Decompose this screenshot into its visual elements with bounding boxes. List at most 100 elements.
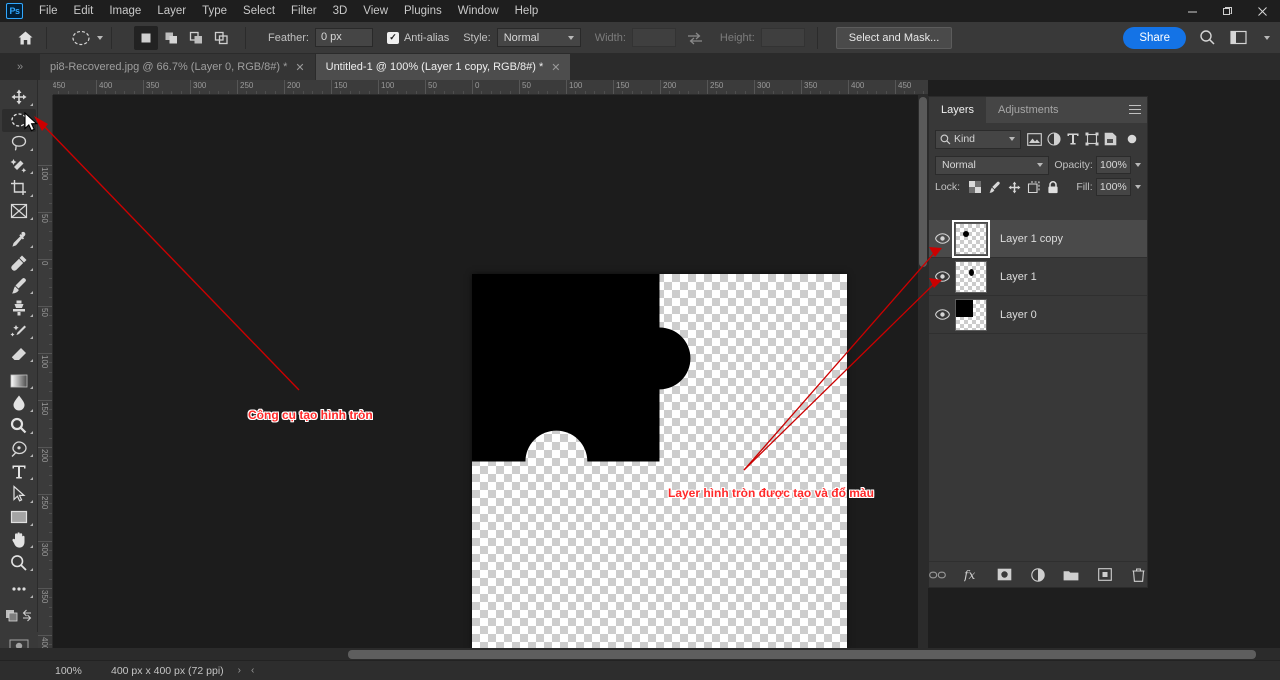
menu-window[interactable]: Window — [450, 2, 507, 20]
tab-layers[interactable]: Layers — [929, 97, 986, 123]
object-selection-tool[interactable] — [2, 154, 36, 177]
layer-thumbnail[interactable] — [955, 223, 987, 255]
minimize-button[interactable] — [1175, 0, 1210, 22]
document-tab-1[interactable]: pi8-Recovered.jpg @ 66.7% (Layer 0, RGB/… — [40, 54, 316, 80]
edit-toolbar-button[interactable] — [2, 578, 36, 601]
layer-row-layer-0[interactable]: Layer 0 — [929, 296, 1147, 334]
add-to-selection-button[interactable] — [159, 26, 183, 50]
maximize-button[interactable] — [1210, 0, 1245, 22]
chevron-down-icon[interactable] — [1135, 185, 1141, 189]
shape-filter-icon[interactable] — [1082, 129, 1101, 149]
layer-name[interactable]: Layer 1 — [1000, 271, 1037, 283]
feather-input[interactable]: 0 px — [315, 28, 373, 47]
scrollbar-thumb[interactable] — [919, 97, 927, 267]
tool-preset-picker[interactable] — [69, 26, 103, 50]
select-and-mask-button[interactable]: Select and Mask... — [836, 27, 953, 49]
layer-filter-kind-select[interactable]: Kind — [935, 130, 1021, 149]
menu-edit[interactable]: Edit — [66, 2, 102, 20]
add-layer-mask-icon[interactable] — [996, 566, 1013, 584]
search-icon[interactable] — [1196, 27, 1218, 49]
chevron-down-icon[interactable] — [1264, 36, 1270, 40]
move-tool[interactable] — [2, 86, 36, 109]
hand-tool[interactable] — [2, 529, 36, 552]
delete-layer-icon[interactable] — [1130, 566, 1147, 584]
dodge-tool[interactable] — [2, 415, 36, 438]
lock-transparent-pixels-icon[interactable] — [966, 178, 984, 196]
lock-image-pixels-icon[interactable] — [986, 178, 1004, 196]
layer-name[interactable]: Layer 1 copy — [1000, 233, 1063, 245]
menu-type[interactable]: Type — [194, 2, 235, 20]
document-tab-2[interactable]: Untitled-1 @ 100% (Layer 1 copy, RGB/8#)… — [316, 54, 572, 80]
workspace-switcher-icon[interactable] — [1228, 27, 1250, 49]
document-dimensions[interactable]: 400 px x 400 px (72 ppi) — [111, 665, 224, 677]
layer-name[interactable]: Layer 0 — [1000, 309, 1037, 321]
layer-style-fx-icon[interactable]: fx — [962, 566, 979, 584]
clone-stamp-tool[interactable] — [2, 297, 36, 320]
share-button[interactable]: Share — [1123, 27, 1186, 49]
type-filter-icon[interactable] — [1063, 129, 1082, 149]
menu-file[interactable]: File — [31, 2, 66, 20]
history-brush-tool[interactable] — [2, 320, 36, 343]
fill-value[interactable]: 100% — [1096, 178, 1131, 196]
chevron-down-icon[interactable] — [1135, 163, 1141, 167]
menu-help[interactable]: Help — [507, 2, 547, 20]
spot-healing-brush-tool[interactable] — [2, 251, 36, 274]
new-selection-button[interactable] — [134, 26, 158, 50]
tab-adjustments[interactable]: Adjustments — [986, 97, 1071, 123]
crop-tool[interactable] — [2, 177, 36, 200]
eyedropper-tool[interactable] — [2, 229, 36, 252]
filter-toggle-icon[interactable] — [1122, 129, 1141, 149]
document-canvas[interactable] — [472, 274, 847, 649]
close-icon[interactable]: ✕ — [295, 61, 304, 74]
app-horizontal-scrollbar[interactable] — [0, 648, 1280, 660]
pixel-filter-icon[interactable] — [1025, 129, 1044, 149]
layer-visibility-toggle[interactable] — [929, 309, 955, 320]
canvas-viewport[interactable] — [53, 95, 928, 660]
layer-thumbnail[interactable] — [955, 261, 987, 293]
eraser-tool[interactable] — [2, 342, 36, 365]
gradient-tool[interactable] — [2, 369, 36, 392]
quick-mask-and-screen-mode-row[interactable] — [2, 605, 36, 628]
new-group-icon[interactable] — [1063, 566, 1080, 584]
layer-visibility-toggle[interactable] — [929, 233, 955, 244]
scrollbar-thumb[interactable] — [348, 650, 1256, 659]
opacity-value[interactable]: 100% — [1096, 156, 1131, 174]
layer-thumbnail[interactable] — [955, 299, 987, 331]
lock-artboard-nesting-icon[interactable] — [1025, 178, 1043, 196]
lasso-tool[interactable] — [2, 132, 36, 155]
layer-visibility-toggle[interactable] — [929, 271, 955, 282]
lock-position-icon[interactable] — [1005, 178, 1023, 196]
subtract-from-selection-button[interactable] — [184, 26, 208, 50]
link-layers-icon[interactable] — [929, 566, 946, 584]
frame-tool[interactable] — [2, 200, 36, 223]
menu-plugins[interactable]: Plugins — [396, 2, 450, 20]
close-button[interactable] — [1245, 0, 1280, 22]
close-icon[interactable]: ✕ — [551, 61, 560, 74]
intersect-with-selection-button[interactable] — [209, 26, 233, 50]
new-layer-icon[interactable] — [1096, 566, 1113, 584]
rectangle-tool[interactable] — [2, 506, 36, 529]
height-input[interactable] — [761, 28, 805, 47]
blend-mode-select[interactable]: Normal — [935, 156, 1049, 175]
menu-select[interactable]: Select — [235, 2, 283, 20]
menu-3d[interactable]: 3D — [325, 2, 356, 20]
swap-width-height-icon[interactable] — [684, 28, 706, 48]
panel-menu-icon[interactable] — [1129, 105, 1141, 117]
menu-filter[interactable]: Filter — [283, 2, 325, 20]
smart-object-filter-icon[interactable] — [1101, 129, 1120, 149]
home-icon[interactable] — [12, 25, 38, 51]
lock-all-icon[interactable] — [1045, 178, 1063, 196]
toolbar-collapse-chevrons[interactable]: » — [0, 54, 40, 80]
menu-image[interactable]: Image — [101, 2, 149, 20]
blur-tool[interactable] — [2, 392, 36, 415]
menu-layer[interactable]: Layer — [149, 2, 194, 20]
layer-row-layer-1[interactable]: Layer 1 — [929, 258, 1147, 296]
path-selection-tool[interactable] — [2, 483, 36, 506]
new-adjustment-layer-icon[interactable] — [1029, 566, 1046, 584]
status-expand-arrow[interactable]: › — [238, 665, 241, 676]
type-tool[interactable] — [2, 460, 36, 483]
menu-view[interactable]: View — [355, 2, 396, 20]
status-collapse-arrow[interactable]: ‹ — [251, 665, 254, 676]
zoom-level[interactable]: 100% — [55, 665, 111, 677]
canvas-vertical-scrollbar[interactable] — [918, 95, 928, 660]
